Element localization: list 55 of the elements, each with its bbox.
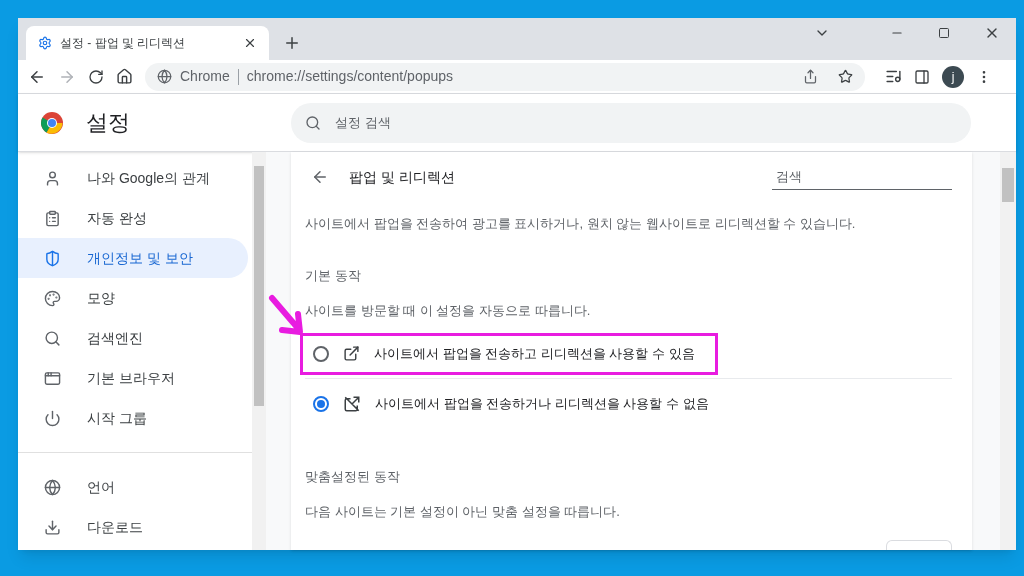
- sidebar-item[interactable]: 기본 브라우저: [18, 358, 248, 398]
- blocked-popup-icon: [343, 394, 361, 413]
- sidebar-item[interactable]: 시작 그룹: [18, 398, 248, 438]
- sidebar-item[interactable]: 개인정보 및 보안: [18, 238, 248, 278]
- sidebar-item[interactable]: 검색엔진: [18, 318, 248, 358]
- tab-title: 설정 - 팝업 및 리디렉션: [60, 35, 187, 52]
- media-list-icon[interactable]: [885, 68, 902, 85]
- back-icon[interactable]: [311, 168, 329, 186]
- radio-button[interactable]: [313, 345, 329, 362]
- new-tab-icon[interactable]: [283, 34, 301, 52]
- sidebar-item[interactable]: 자동 완성: [18, 198, 248, 238]
- bookmark-star-icon[interactable]: [838, 69, 853, 84]
- radio-button[interactable]: [313, 395, 329, 412]
- browser-window-icon: [44, 369, 61, 387]
- palette-icon: [44, 289, 61, 307]
- open-popup-icon: [343, 345, 360, 362]
- sidebar-item[interactable]: 언어: [18, 467, 248, 507]
- globe-icon: [44, 478, 61, 496]
- settings-icon: [38, 36, 52, 50]
- section-subtitle: 다음 사이트는 기본 설정이 아닌 맞춤 설정을 따릅니다.: [305, 503, 621, 521]
- radio-option[interactable]: 사이트에서 팝업을 전송하고 리디렉션을 사용할 수 있음: [300, 332, 718, 375]
- home-icon[interactable]: [116, 68, 133, 85]
- sidebar-item[interactable]: 다운로드: [18, 507, 248, 547]
- share-icon[interactable]: [803, 69, 818, 84]
- sidebar-item[interactable]: 모양: [18, 278, 248, 318]
- download-icon: [44, 518, 61, 536]
- search-icon: [44, 329, 61, 347]
- side-panel-icon[interactable]: [914, 68, 930, 85]
- maximize-icon[interactable]: [938, 27, 950, 39]
- section-heading: 기본 동작: [305, 266, 362, 285]
- power-icon: [44, 409, 61, 427]
- close-tab-icon[interactable]: [243, 36, 257, 50]
- section-subtitle: 사이트를 방문할 때 이 설정을 자동으로 따릅니다.: [305, 302, 592, 320]
- address-url: chrome://settings/content/popups: [246, 67, 455, 86]
- sidebar-item[interactable]: 나와 Google의 관계: [18, 158, 248, 198]
- page-scrollbar[interactable]: [1000, 152, 1016, 550]
- option-label: 사이트에서 팝업을 전송하고 리디렉션을 사용할 수 있음: [374, 344, 695, 363]
- address-bar[interactable]: Chrome chrome://settings/content/popups: [145, 62, 865, 91]
- page-title: 팝업 및 리디렉션: [349, 167, 456, 187]
- shield-icon: [44, 249, 61, 267]
- page-description: 사이트에서 팝업을 전송하여 광고를 표시하거나, 원치 않는 웹사이트로 리디렉션할 수 있습니다.: [305, 215, 857, 233]
- profile-avatar[interactable]: j: [942, 65, 964, 88]
- settings-search-field[interactable]: 설정 검색: [291, 102, 971, 143]
- option-label: 사이트에서 팝업을 전송하거나 리디렉션을 사용할 수 없음: [375, 394, 709, 413]
- search-icon: [305, 114, 321, 131]
- clipboard-icon: [44, 209, 61, 227]
- settings-title: 설정: [86, 109, 131, 137]
- section-heading: 맞춤설정된 동작: [305, 467, 401, 486]
- sidebar-scrollbar[interactable]: [252, 152, 266, 550]
- address-origin: Chrome: [180, 67, 230, 86]
- settings-search-input[interactable]: 설정 검색: [335, 112, 957, 133]
- reload-icon[interactable]: [88, 68, 104, 85]
- person-icon: [44, 169, 61, 187]
- radio-option[interactable]: 사이트에서 팝업을 전송하거나 리디렉션을 사용할 수 없음: [300, 382, 732, 425]
- browser-tab[interactable]: 설정 - 팝업 및 리디렉션: [26, 26, 269, 60]
